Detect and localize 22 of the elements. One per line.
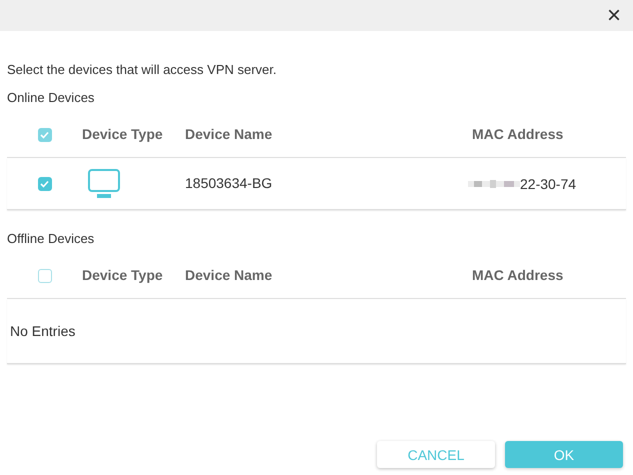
column-header: MAC Address — [472, 267, 564, 283]
column-header: Device Type — [82, 267, 163, 283]
section-title: Offline Devices — [7, 231, 94, 246]
ok-button[interactable]: OK — [505, 441, 623, 468]
check-icon — [40, 131, 49, 139]
cancel-button[interactable]: CANCEL — [377, 441, 495, 468]
close-button[interactable]: × — [606, 6, 621, 26]
device-name: 18503634-BG — [185, 174, 272, 190]
instruction-text: Select the devices that will access VPN server. — [7, 62, 277, 77]
section-title: Online Devices — [7, 90, 94, 105]
checkbox[interactable] — [38, 269, 52, 283]
empty-message: No Entries — [10, 323, 76, 339]
column-header: Device Name — [185, 126, 272, 142]
mac-address: 22-30-74 — [520, 176, 576, 192]
monitor-icon — [88, 169, 120, 198]
check-icon — [40, 180, 49, 188]
checkbox[interactable] — [38, 176, 52, 190]
checkbox[interactable] — [38, 128, 52, 142]
column-header: Device Type — [82, 126, 163, 142]
blurred-mark — [468, 178, 520, 190]
column-header: MAC Address — [472, 126, 564, 142]
column-header: Device Name — [185, 267, 272, 283]
